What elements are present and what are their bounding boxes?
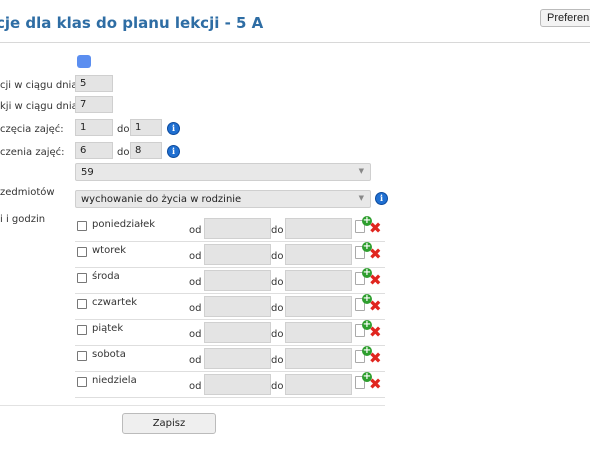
- info-icon[interactable]: i: [376, 193, 387, 204]
- days-hours-label: i i godzin: [0, 214, 46, 225]
- day-checkbox[interactable]: [77, 221, 87, 231]
- day-row-wednesday: środa od do + ✖: [75, 268, 385, 294]
- day-name: środa: [92, 271, 120, 282]
- time-to-input[interactable]: [285, 244, 352, 265]
- room-select[interactable]: 59 ▼: [75, 163, 371, 181]
- from-label: od: [189, 251, 202, 262]
- time-to-input[interactable]: [285, 270, 352, 291]
- day-name: sobota: [92, 349, 126, 360]
- delete-icon[interactable]: ✖: [369, 273, 382, 288]
- end-lessons-label: czenia zajęć:: [0, 147, 65, 158]
- delete-icon[interactable]: ✖: [369, 299, 382, 314]
- time-from-input[interactable]: [204, 296, 271, 317]
- day-checkbox[interactable]: [77, 299, 87, 309]
- from-label: od: [189, 381, 202, 392]
- chevron-down-icon: ▼: [358, 194, 364, 202]
- day-name: wtorek: [92, 245, 127, 256]
- delete-icon[interactable]: ✖: [369, 247, 382, 262]
- day-row-friday: piątek od do + ✖: [75, 320, 385, 346]
- time-to-input[interactable]: [285, 322, 352, 343]
- time-from-input[interactable]: [204, 322, 271, 343]
- lessons-per-day-input[interactable]: 5: [75, 75, 113, 92]
- to-label: do: [271, 225, 284, 236]
- start-to-input[interactable]: 1: [130, 119, 162, 136]
- to-label: do: [271, 303, 284, 314]
- day-name: poniedziałek: [92, 219, 156, 230]
- save-button[interactable]: Zapisz: [122, 413, 216, 434]
- start-from-input[interactable]: 1: [75, 119, 113, 136]
- lessons-per-day-label: cji w ciągu dnia:: [0, 80, 81, 91]
- day-row-tuesday: wtorek od do + ✖: [75, 242, 385, 268]
- day-row-saturday: sobota od do + ✖: [75, 346, 385, 372]
- subject-select-value: wychowanie do życia w rodzinie: [81, 194, 242, 205]
- to-label: do: [271, 381, 284, 392]
- time-to-input[interactable]: [285, 348, 352, 369]
- to-label: do: [271, 251, 284, 262]
- start-to-label: do: [117, 124, 130, 135]
- from-label: od: [189, 329, 202, 340]
- day-checkbox[interactable]: [77, 273, 87, 283]
- delete-icon[interactable]: ✖: [369, 377, 382, 392]
- from-label: od: [189, 225, 202, 236]
- time-from-input[interactable]: [204, 374, 271, 395]
- day-checkbox[interactable]: [77, 247, 87, 257]
- day-checkbox[interactable]: [77, 325, 87, 335]
- time-from-input[interactable]: [204, 270, 271, 291]
- subject-select[interactable]: wychowanie do życia w rodzinie ▼: [75, 190, 371, 208]
- delete-icon[interactable]: ✖: [369, 325, 382, 340]
- time-from-input[interactable]: [204, 348, 271, 369]
- subjects-label: zedmiotów: [0, 187, 55, 198]
- day-checkbox[interactable]: [77, 351, 87, 361]
- to-label: do: [271, 355, 284, 366]
- time-from-input[interactable]: [204, 218, 271, 239]
- from-label: od: [189, 303, 202, 314]
- form-divider: [0, 405, 385, 406]
- day-name: piątek: [92, 323, 124, 334]
- end-from-input[interactable]: 6: [75, 142, 113, 159]
- info-icon[interactable]: i: [168, 146, 179, 157]
- end-to-label: do: [117, 147, 130, 158]
- to-label: do: [271, 329, 284, 340]
- preferences-button[interactable]: Preferen: [540, 9, 590, 27]
- header-divider: [0, 42, 590, 43]
- time-to-input[interactable]: [285, 374, 352, 395]
- day-checkbox[interactable]: [77, 377, 87, 387]
- day-name: niedziela: [92, 375, 137, 386]
- info-icon[interactable]: i: [168, 123, 179, 134]
- to-label: do: [271, 277, 284, 288]
- from-label: od: [189, 277, 202, 288]
- chevron-down-icon: ▼: [358, 167, 364, 175]
- day-row-monday: poniedziałek od do + ✖: [75, 216, 385, 242]
- delete-icon[interactable]: ✖: [369, 221, 382, 236]
- day-name: czwartek: [92, 297, 138, 308]
- end-to-input[interactable]: 8: [130, 142, 162, 159]
- max-lessons-per-day-input[interactable]: 7: [75, 96, 113, 113]
- time-to-input[interactable]: [285, 218, 352, 239]
- day-row-sunday: niedziela od do + ✖: [75, 372, 385, 398]
- class-color-swatch[interactable]: [77, 55, 91, 68]
- time-to-input[interactable]: [285, 296, 352, 317]
- room-select-value: 59: [81, 167, 94, 178]
- time-from-input[interactable]: [204, 244, 271, 265]
- max-lessons-per-day-label: kji w ciągu dnia:: [0, 101, 82, 112]
- page-title: cje dla klas do planu lekcji - 5 A: [0, 14, 264, 32]
- start-lessons-label: częcia zajęć:: [0, 124, 64, 135]
- day-row-thursday: czwartek od do + ✖: [75, 294, 385, 320]
- delete-icon[interactable]: ✖: [369, 351, 382, 366]
- from-label: od: [189, 355, 202, 366]
